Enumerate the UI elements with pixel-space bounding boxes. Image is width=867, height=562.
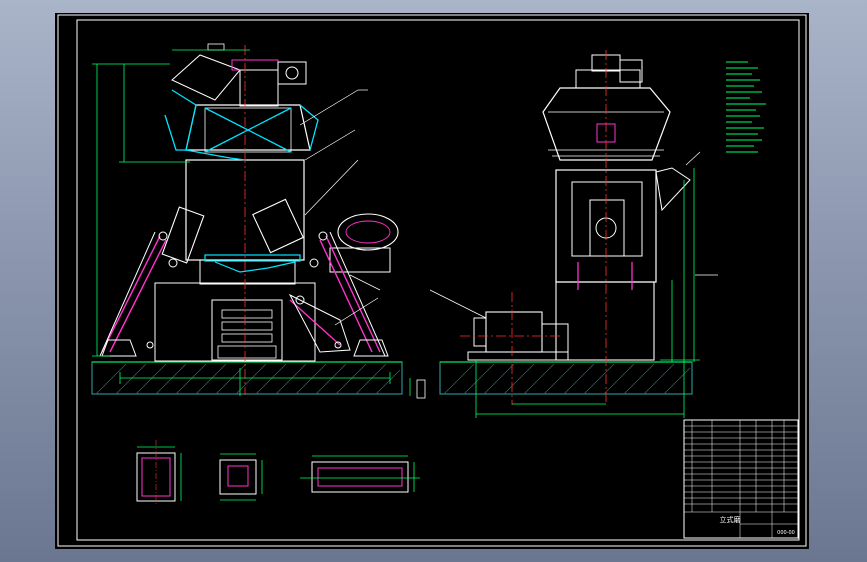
drawing-name: 立式磨: [720, 515, 741, 524]
cad-drawing: 立式磨 000-00: [57, 14, 807, 547]
technical-notes: [726, 61, 766, 153]
cad-viewport: 立式磨 000-00: [0, 0, 867, 562]
detail-view-c: [300, 455, 420, 493]
side-foundation: [439, 361, 693, 395]
title-block: 立式磨 000-00: [683, 419, 799, 539]
detail-view-a: [136, 440, 182, 506]
front-view: [91, 43, 426, 399]
drawing-number: 000-00: [777, 530, 795, 536]
side-motor: [485, 311, 543, 353]
side-view: [429, 50, 718, 418]
detail-view-b: [219, 453, 263, 501]
